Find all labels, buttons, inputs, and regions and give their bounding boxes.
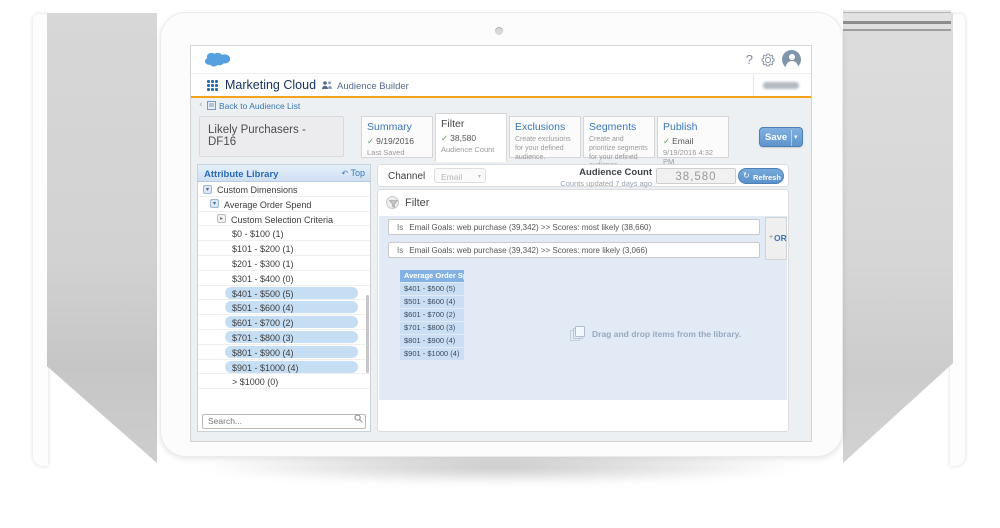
tab-filter[interactable]: Filter ✓38,580 Audience Count — [435, 113, 507, 162]
stacked-pages-edge — [843, 10, 951, 34]
tree-item[interactable]: $201 - $300 (1) — [198, 256, 370, 271]
save-button[interactable]: Save ▾ — [759, 127, 803, 147]
audience-count-label: Audience Count — [560, 167, 652, 178]
attribute-library-title: Attribute Library — [204, 169, 278, 180]
user-menu[interactable] — [753, 74, 811, 96]
avatar-body-icon — [786, 61, 798, 69]
tree-item-selected[interactable]: $801 - $900 (4) — [198, 345, 370, 360]
tablet-frame: ? Marketing Cloud — [160, 12, 843, 457]
tab-segments[interactable]: Segments Create and prioritize segments … — [583, 116, 655, 158]
tree-item-selected[interactable]: $601 - $700 (2) — [198, 315, 370, 330]
drag-list-item[interactable]: $401 - $500 (5) — [400, 283, 464, 295]
drag-list-item[interactable]: $901 - $1000 (4) — [400, 348, 464, 360]
left-cover-edge — [33, 14, 48, 466]
tree-item-selected[interactable]: $401 - $500 (5) — [198, 286, 370, 301]
tree-item[interactable]: $0 - $100 (1) — [198, 226, 370, 241]
filter-rule-row[interactable]: IsEmail Goals: web purchase (39,342) >> … — [388, 219, 760, 235]
top-arrow-icon: ↶ — [341, 169, 348, 178]
check-icon: ✓ — [663, 137, 670, 147]
filter-rule-row[interactable]: IsEmail Goals: web purchase (39,342) >> … — [388, 242, 760, 258]
user-name-redacted — [763, 82, 799, 89]
chevron-left-icon: ‹ — [199, 100, 203, 110]
tab-summary[interactable]: Summary ✓9/19/2016 Last Saved — [361, 116, 433, 158]
save-dropdown-caret-icon[interactable]: ▾ — [794, 133, 798, 141]
tab-publish[interactable]: Publish ✓Email 9/19/2016 4:32 PM — [657, 116, 729, 158]
layers-icon — [570, 326, 586, 342]
audience-builder-icon — [321, 80, 333, 90]
breadcrumb: ‹ Back to Audience List — [191, 98, 811, 113]
page: ? Marketing Cloud — [0, 0, 1000, 528]
left-page-graphic — [47, 13, 157, 463]
help-icon[interactable]: ? — [746, 52, 753, 67]
select-caret-icon: ▾ — [478, 173, 481, 180]
sidebar-scrollbar-thumb[interactable] — [366, 295, 369, 373]
audience-count-value: 38,580 — [656, 168, 736, 184]
tablet-camera-dot — [495, 27, 503, 35]
add-or-condition-button[interactable]: + OR — [765, 217, 787, 260]
back-to-audience-list-link[interactable]: Back to Audience List — [219, 101, 300, 111]
plus-icon: + — [769, 234, 773, 241]
gear-icon[interactable] — [761, 53, 775, 67]
salesforce-cloud-logo — [205, 50, 235, 70]
save-split-divider — [791, 130, 792, 146]
channel-bar: Channel Email ▾ Audience Count Counts up… — [377, 164, 789, 187]
tree-item-selected[interactable]: $501 - $600 (4) — [198, 300, 370, 315]
expander-closed-icon[interactable]: ▸ — [217, 214, 226, 223]
tree-item-selected[interactable]: $701 - $800 (3) — [198, 330, 370, 345]
tree-branch-custom-selection-criteria[interactable]: ▸ Custom Selection Criteria — [198, 212, 370, 227]
screen: ? Marketing Cloud — [190, 45, 812, 442]
attribute-tree: ▾ Custom Dimensions ▾ Average Order Spen… — [198, 182, 370, 389]
main-panel: Channel Email ▾ Audience Count Counts up… — [377, 164, 789, 432]
filter-title: Filter — [405, 197, 429, 209]
check-icon: ✓ — [367, 137, 374, 147]
drag-list-item[interactable]: $801 - $900 (4) — [400, 335, 464, 347]
tab-exclusions[interactable]: Exclusions Create exclusions for your de… — [509, 116, 581, 158]
tree-branch-average-order-spend[interactable]: ▾ Average Order Spend — [198, 197, 370, 212]
filter-funnel-icon — [386, 196, 399, 209]
avatar-head-icon — [789, 54, 795, 60]
back-to-top-link[interactable]: ↶ Top — [341, 168, 365, 178]
drag-list-item[interactable]: $601 - $700 (2) — [400, 309, 464, 321]
expander-open-icon[interactable]: ▾ — [210, 199, 219, 208]
app-nav-bar: Marketing Cloud Audience Builder — [191, 74, 811, 96]
drag-list-item[interactable]: $701 - $800 (3) — [400, 322, 464, 334]
channel-label: Channel — [388, 171, 425, 182]
dragged-attribute-list[interactable]: Average Order Spend $401 - $500 (5) $501… — [400, 270, 464, 360]
user-avatar[interactable] — [782, 50, 801, 69]
refresh-button[interactable]: ↻ Refresh — [738, 168, 784, 184]
right-page-graphic — [843, 13, 953, 463]
check-icon: ✓ — [441, 134, 448, 144]
audience-list-icon — [207, 101, 216, 110]
app-launcher-waffle-icon[interactable] — [207, 80, 218, 91]
sidebar-search — [202, 411, 366, 426]
tree-item[interactable]: > $1000 (0) — [198, 374, 370, 389]
app-name: Audience Builder — [337, 81, 409, 92]
counts-updated-note: Counts updated 7 days ago — [560, 179, 652, 188]
expander-open-icon[interactable]: ▾ — [203, 185, 212, 194]
filter-card: Filter IsEmail Goals: web purchase (39,3… — [377, 189, 789, 432]
tree-branch-custom-dimensions[interactable]: ▾ Custom Dimensions — [198, 182, 370, 197]
attribute-library-header: Attribute Library ↶ Top — [198, 165, 370, 182]
top-bar: ? — [191, 46, 811, 74]
attribute-library-panel: Attribute Library ↶ Top ▾ Custom Dimensi… — [197, 164, 371, 432]
drag-list-header: Average Order Spend — [400, 270, 464, 282]
refresh-icon: ↻ — [743, 171, 750, 180]
audience-count-labels: Audience Count Counts updated 7 days ago — [560, 167, 652, 188]
search-input[interactable] — [202, 414, 366, 429]
tree-item-selected[interactable]: $901 - $1000 (4) — [198, 360, 370, 375]
brand-title: Marketing Cloud — [225, 78, 316, 92]
tree-item[interactable]: $101 - $200 (1) — [198, 241, 370, 256]
search-icon — [354, 414, 363, 423]
drag-list-item[interactable]: $501 - $600 (4) — [400, 296, 464, 308]
tree-item[interactable]: $301 - $400 (0) — [198, 271, 370, 286]
audience-title: Likely Purchasers - DF16 — [199, 116, 344, 157]
drop-hint-text: Drag and drop items from the library. — [592, 329, 792, 339]
channel-select[interactable]: Email ▾ — [434, 168, 486, 183]
